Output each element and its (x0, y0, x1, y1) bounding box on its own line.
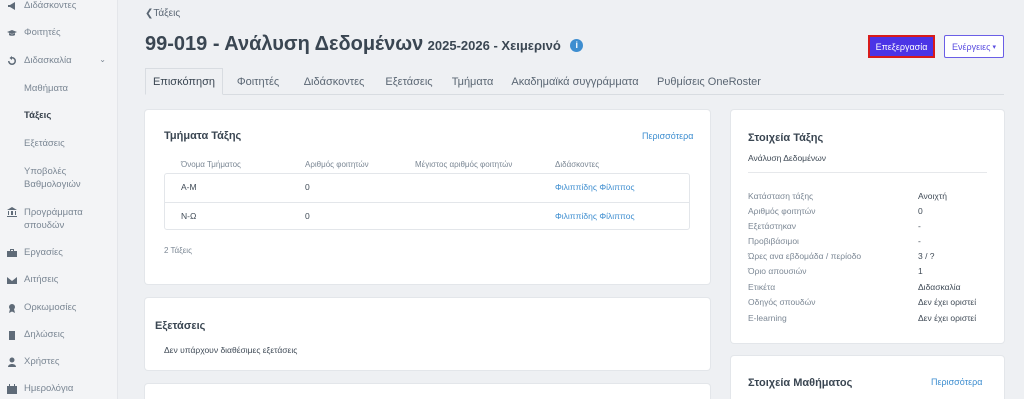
sidebar-item-teaching[interactable]: Διδασκαλία ⌄ (0, 55, 118, 66)
column-header: Διδάσκοντες (555, 160, 600, 169)
class-sections-card: Τμήματα Τάξης Περισσότερα Όνομα Τμήματος… (145, 110, 710, 284)
table-row-name: Ν-Ω (181, 211, 197, 221)
sidebar-item-programs[interactable]: Προγράμματα σπουδών (0, 206, 118, 232)
tab-bar: Επισκόπηση Φοιτητές Διδάσκοντες Εξετάσει… (145, 68, 1004, 95)
sidebar-item-label: Διδασκαλία (24, 55, 72, 66)
tab-students[interactable]: Φοιτητές (230, 68, 286, 95)
sidebar-item-label: Διδάσκοντες (24, 0, 77, 11)
tab-textbooks[interactable]: Ακαδημαϊκά συγγράμματα (507, 68, 643, 95)
class-period: 2025-2026 - Χειμερινό (427, 38, 561, 53)
megaphone-icon (6, 0, 17, 11)
sidebar-item-assignments[interactable]: Εργασίες (0, 247, 118, 258)
card-title: Τμήματα Τάξης (164, 130, 242, 142)
detail-label: Όριο απουσιών (748, 266, 807, 276)
column-header: Μέγιστος αριθμός φοιτητών (415, 160, 513, 169)
class-name: Ανάλυση Δεδομένων (748, 153, 826, 163)
calendar-icon (6, 383, 17, 394)
sidebar-item-requests[interactable]: Αιτήσεις (0, 274, 118, 285)
sidebar: Διδάσκοντες Φοιτητές Διδασκαλία ⌄ Μαθήμα… (0, 0, 118, 399)
sidebar-item-label: Ορκωμοσίες (24, 302, 77, 313)
sidebar-item-registrations[interactable]: Δηλώσεις (0, 329, 118, 340)
divider (748, 172, 987, 173)
column-header: Αριθμός φοιτητών (305, 160, 369, 169)
clipboard-icon (6, 329, 17, 340)
actions-dropdown[interactable]: Ενέργειες ▾ (944, 35, 1004, 58)
tab-overview[interactable]: Επισκόπηση (145, 68, 223, 95)
sidebar-item-label: Ημερολόγια (24, 383, 74, 394)
institution-icon (6, 206, 17, 217)
actions-label: Ενέργειες (951, 41, 991, 52)
sidebar-subitem-exams[interactable]: Εξετάσεις (24, 138, 65, 149)
bottom-card (145, 384, 710, 399)
graduation-cap-icon (6, 27, 17, 38)
class-title: 99-019 - Ανάλυση Δεδομένων (145, 33, 424, 55)
sidebar-item-label: Δηλώσεις (24, 329, 65, 340)
envelope-icon (6, 274, 17, 285)
back-link-label: Τάξεις (153, 8, 181, 19)
detail-label: Εξετάστηκαν (748, 221, 797, 231)
exams-card: Εξετάσεις Δεν υπάρχουν διαθέσιμες εξετάσ… (145, 298, 710, 370)
detail-label: Ώρες ανα εβδομάδα / περίοδο (748, 251, 862, 261)
edit-button[interactable]: Επεξεργασία (868, 35, 935, 58)
back-link[interactable]: ❮Τάξεις (145, 8, 180, 19)
row-divider (165, 202, 689, 203)
certificate-icon (6, 302, 17, 313)
tab-exams[interactable]: Εξετάσεις (379, 68, 439, 95)
detail-value: Διδασκαλία (918, 282, 961, 292)
detail-label: E-learning (748, 313, 787, 323)
detail-label: Κατάσταση τάξης (748, 191, 814, 201)
detail-value: Ανοιχτή (918, 191, 947, 201)
detail-label: Ετικέτα (748, 282, 776, 292)
detail-value: Δεν έχει οριστεί (918, 313, 977, 323)
detail-label: Προβιβάσιμοι (748, 236, 799, 246)
sidebar-subitem-classes[interactable]: Τάξεις (24, 110, 51, 121)
table-row-teacher[interactable]: Φιλιππίδης Φίλιππος (555, 211, 635, 221)
table-row-name: Α-Μ (181, 182, 197, 192)
info-icon[interactable]: i (570, 39, 584, 52)
detail-value: - (918, 236, 921, 246)
detail-label: Οδηγός σπουδών (748, 297, 816, 307)
detail-value: 1 (918, 266, 923, 276)
detail-value: 0 (918, 206, 923, 216)
sidebar-item-calendars[interactable]: Ημερολόγια (0, 383, 118, 394)
user-icon (6, 356, 17, 367)
sidebar-item-label: Αιτήσεις (24, 274, 59, 285)
empty-message: Δεν υπάρχουν διαθέσιμες εξετάσεις (164, 345, 298, 355)
tab-oneroster-settings[interactable]: Ρυθμίσεις OneRoster (651, 68, 767, 95)
sidebar-subitem-courses[interactable]: Μαθήματα (24, 83, 68, 94)
sidebar-item-graduations[interactable]: Ορκωμοσίες (0, 302, 118, 313)
detail-value: - (918, 221, 921, 231)
sidebar-item-label: Εργασίες (24, 247, 63, 258)
sidebar-item-label: Χρήστες (24, 356, 60, 367)
more-link[interactable]: Περισσότερα (931, 377, 983, 387)
tab-teachers[interactable]: Διδάσκοντες (296, 68, 372, 95)
sidebar-item-teachers[interactable]: Διδάσκοντες (0, 0, 118, 11)
sections-count: 2 Τάξεις (164, 246, 192, 255)
card-title: Στοιχεία Τάξης (748, 132, 824, 144)
detail-value: 3 / ? (918, 251, 935, 261)
table-row-students: 0 (305, 211, 310, 221)
caret-down-icon: ▾ (992, 43, 996, 51)
table-row-teacher[interactable]: Φιλιππίδης Φίλιππος (555, 182, 635, 192)
main-content: ❮Τάξεις 99-019 - Ανάλυση Δεδομένων 2025-… (118, 0, 1024, 399)
sidebar-item-label: Φοιτητές (24, 27, 61, 38)
class-details-card: Στοιχεία Τάξης Ανάλυση Δεδομένων Κατάστα… (731, 110, 1004, 343)
sidebar-subitem-grade-submissions[interactable]: Υποβολές Βαθμολογιών (6, 165, 86, 191)
sidebar-item-label: Προγράμματα σπουδών (24, 207, 83, 231)
chevron-down-icon: ⌄ (99, 55, 106, 64)
detail-label: Αριθμός φοιτητών (748, 206, 816, 216)
sidebar-item-students[interactable]: Φοιτητές (0, 27, 118, 38)
briefcase-icon (6, 247, 17, 258)
column-header: Όνομα Τμήματος (181, 160, 241, 169)
more-link[interactable]: Περισσότερα (642, 131, 694, 141)
page-title: 99-019 - Ανάλυση Δεδομένων 2025-2026 - Χ… (145, 33, 584, 56)
course-details-card: Στοιχεία Μαθήματος Περισσότερα (731, 356, 1004, 399)
sidebar-item-users[interactable]: Χρήστες (0, 356, 118, 367)
tab-sections[interactable]: Τμήματα (446, 68, 499, 95)
card-title: Εξετάσεις (155, 320, 206, 332)
card-title: Στοιχεία Μαθήματος (748, 377, 853, 389)
table-row-students: 0 (305, 182, 310, 192)
detail-value: Δεν έχει οριστεί (918, 297, 977, 307)
refresh-icon (6, 55, 17, 66)
